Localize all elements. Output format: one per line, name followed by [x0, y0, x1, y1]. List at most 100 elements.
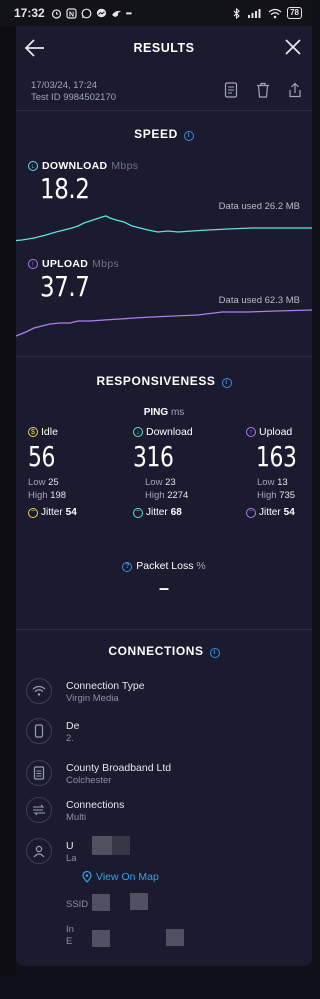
share-icon[interactable] [288, 82, 302, 98]
ping-idle-low: Low 25 [28, 477, 118, 488]
redacted-block [130, 893, 148, 910]
page-title: RESULTS [133, 41, 195, 55]
ping-idle-jitter-label: Jitter [41, 507, 63, 518]
responsiveness-info-icon[interactable]: i [221, 378, 232, 388]
ping-upload-high-value: 735 [279, 490, 296, 501]
connection-type-item: Connection Type Virgin Media [26, 678, 306, 712]
download-speed-value: 18.2 [40, 172, 90, 205]
ping-download-high-value: 2274 [167, 490, 189, 501]
packet-loss-text: Packet Loss [136, 560, 194, 572]
packet-loss-unit: % [196, 560, 206, 572]
ping-idle-low-value: 25 [48, 477, 59, 488]
redacted-block [92, 930, 110, 947]
ping-upload-high-label: High [257, 490, 277, 501]
speed-section-title: SPEED i [16, 127, 312, 141]
upload-speed-value: 37.7 [40, 270, 90, 303]
ping-upload-high: High 735 [246, 490, 310, 501]
upload-data-used: Data used 62.3 MB [218, 295, 300, 306]
user-value: La [66, 853, 77, 864]
status-bar: 17:32 N ••• 78 [0, 0, 312, 26]
ping-upload-jitter-value: 54 [283, 507, 295, 518]
view-on-map-link[interactable]: View On Map [82, 871, 159, 883]
ping-unit: ms [170, 407, 185, 418]
ping-upload-low: Low 13 [246, 477, 310, 488]
redacted-block [92, 836, 112, 855]
speed-info-icon[interactable]: i [183, 131, 194, 141]
ping-download-label: Download [146, 426, 193, 438]
ping-idle-high: High 198 [28, 490, 118, 501]
ping-idle-high-label: High [28, 490, 48, 501]
result-actions [224, 82, 302, 98]
ping-idle-label: Idle [41, 426, 58, 438]
whatsapp-icon [81, 8, 92, 19]
jitter-icon: ~ [246, 507, 256, 518]
wifi-icon [268, 8, 282, 19]
status-time: 17:32 [14, 6, 45, 20]
internal-ip-label: In [66, 924, 74, 935]
trash-icon[interactable] [256, 82, 270, 98]
bird-icon [111, 8, 122, 19]
responsiveness-title-text: RESPONSIVENESS [96, 374, 216, 388]
test-datetime: 17/03/24, 17:24 [31, 80, 98, 91]
ping-idle-header: $ Idle [28, 426, 118, 438]
bluetooth-icon [231, 7, 242, 19]
ping-download-value: 316 [133, 440, 174, 473]
ping-upload-low-value: 13 [277, 477, 288, 488]
divider [16, 110, 312, 111]
redacted-block [112, 836, 130, 855]
ping-idle-jitter-value: 54 [65, 507, 77, 518]
app-icon: N [66, 7, 77, 19]
connections-info-icon[interactable]: i [209, 648, 220, 658]
user-title: U [66, 840, 74, 852]
download-label-text: DOWNLOAD [42, 160, 108, 172]
ping-download-jitter: ~ Jitter 68 [133, 507, 223, 518]
results-sheet: RESULTS 17/03/24, 17:24 Test ID 99845021… [16, 26, 312, 966]
ping-idle-low-label: Low [28, 477, 46, 488]
ping-upload-header: ↑ Upload [246, 426, 310, 438]
download-arrow-icon: ↓ [133, 427, 143, 437]
connection-type-title: Connection Type [66, 680, 145, 692]
divider [16, 356, 312, 357]
ping-label: PING [143, 407, 169, 418]
upload-arrow-icon: ↑ [28, 259, 38, 269]
upload-arrow-icon: ↑ [246, 427, 256, 437]
ping-download-header: ↓ Download [133, 426, 223, 438]
svg-text:N: N [69, 11, 74, 18]
connection-type-value: Virgin Media [66, 693, 119, 704]
divider [16, 629, 312, 630]
user-item: U La [26, 838, 306, 872]
connections-title-text: CONNECTIONS [108, 644, 204, 658]
server-location: Colchester [66, 775, 112, 786]
packet-loss-info-icon[interactable]: ? [122, 562, 133, 572]
battery-icon: 78 [287, 7, 302, 19]
ping-idle-high-value: 198 [50, 490, 67, 501]
ssid-label: SSID [66, 899, 89, 910]
jitter-icon: ~ [133, 507, 143, 518]
ping-title: PING ms [16, 407, 312, 418]
ping-upload-low-label: Low [257, 477, 275, 488]
test-meta: 17/03/24, 17:24 Test ID 9984502170 [31, 80, 116, 104]
ping-idle-value: 56 [28, 440, 56, 473]
ping-download-low: Low 23 [133, 477, 223, 488]
upload-label-text: UPLOAD [42, 258, 89, 270]
ping-download-high-label: High [145, 490, 165, 501]
server-title: County Broadband Ltd [66, 762, 172, 774]
device-item: De 2. [26, 718, 306, 752]
close-icon[interactable] [284, 38, 302, 56]
connections-mode-value: Multi [66, 812, 87, 823]
connections-mode-title: Connections [66, 799, 125, 811]
download-label: ↓ DOWNLOAD Mbps [28, 160, 138, 172]
results-list-icon[interactable] [224, 82, 238, 98]
results-header: RESULTS [16, 26, 312, 70]
device-value: 2. [66, 733, 74, 744]
connections-mode-item: Connections Multi [26, 797, 306, 831]
background-strip [0, 26, 16, 976]
download-speed-graph [16, 215, 312, 242]
server-item: County Broadband Ltd Colchester [26, 760, 306, 794]
redacted-block [166, 929, 184, 946]
signal-icon [247, 8, 263, 19]
alarm-icon [51, 8, 62, 19]
ping-upload-jitter: ~ Jitter 54 [246, 507, 310, 518]
server-icon [26, 760, 52, 786]
ping-idle-jitter: ~ Jitter 54 [28, 507, 118, 518]
